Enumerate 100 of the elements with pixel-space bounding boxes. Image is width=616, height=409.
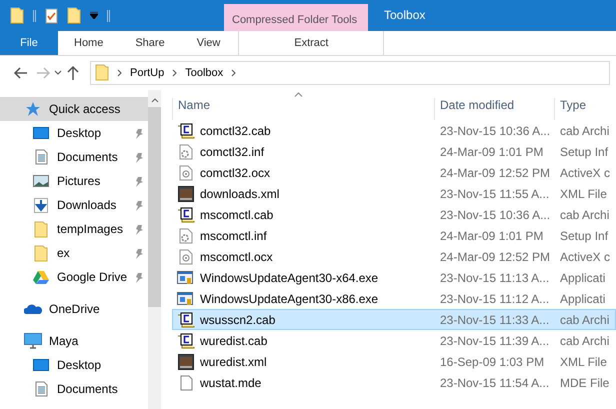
folder-icon[interactable] (67, 7, 81, 24)
document-icon (34, 149, 48, 165)
type-cell-text: cab Archi (559, 208, 610, 222)
file-row[interactable]: mscomctl.inf 24-Mar-09 1:01 PM Setup Inf (172, 225, 616, 246)
nav-item[interactable]: Quick access (0, 97, 148, 121)
context-tab-header: Compressed Folder Tools (224, 4, 368, 31)
breadcrumb-item[interactable]: Toolbox (185, 66, 224, 78)
star-icon (25, 101, 41, 117)
folder-icon (34, 244, 48, 262)
gear-file-icon (179, 164, 193, 180)
address-bar[interactable]: PortUp Toolbox (90, 60, 610, 84)
file-row[interactable]: WindowsUpdateAgent30-x64.exe 23-Nov-15 11:13 A... Applicati (172, 267, 616, 288)
dropdown-chevron-icon[interactable] (54, 70, 62, 75)
file-name: comctl32.inf (200, 144, 264, 158)
chevron-icon[interactable] (172, 68, 178, 76)
computer-icon (24, 333, 42, 349)
type-cell-text: cab Archi (559, 124, 610, 138)
date-cell-text: 24-Mar-09 1:01 PM (439, 144, 544, 158)
file-row[interactable]: comctl32.ocx 24-Mar-09 12:52 PM ActiveX c (172, 162, 616, 183)
folder-icon (95, 64, 109, 81)
file-row[interactable]: WindowsUpdateAgent30-x86.exe 23-Nov-15 11:12 A... Applicati (172, 288, 616, 309)
cloud-icon (24, 303, 42, 315)
type-cell-text: Applicati (559, 292, 606, 306)
type-cell-text: Applicati (559, 270, 606, 284)
ribbon-tab[interactable]: Extract (238, 31, 384, 55)
file-name: mscomctl.ocx (200, 250, 273, 264)
file-row[interactable]: wuredist.xml 16-Sep-09 1:03 PM XML File (172, 351, 616, 372)
gear-file-icon (179, 248, 193, 264)
sort-caret-icon (294, 92, 303, 97)
scrollbar-thumb[interactable] (148, 107, 162, 307)
date-cell-text: 24-Mar-09 12:52 PM (439, 250, 552, 264)
file-row[interactable]: wuredist.cab 23-Nov-15 11:39 A... cab Archi (172, 330, 616, 351)
type-cell-text: MDE File (559, 376, 610, 390)
file-name: mscomctl.cab (200, 208, 274, 222)
column-header[interactable]: Name (172, 98, 434, 120)
ribbon-tab[interactable]: View (180, 31, 236, 55)
file-row[interactable]: downloads.xml 23-Nov-15 11:55 A... XML File (172, 183, 616, 204)
installer-icon (177, 270, 195, 286)
nav-item[interactable]: Documents (0, 145, 148, 169)
ribbon-tab[interactable]: Home (58, 31, 120, 55)
nav-item[interactable]: Documents (0, 377, 148, 401)
folder-icon (34, 220, 48, 238)
breadcrumb-item[interactable]: PortUp (130, 66, 164, 78)
date-cell-text: 23-Nov-15 11:39 A... (439, 334, 550, 348)
picture-icon (33, 174, 49, 188)
nav-item[interactable]: Maya (0, 329, 148, 353)
date-cell-text: 23-Nov-15 11:33 A... (439, 312, 550, 326)
file-name: wsusscn2.cab (200, 312, 276, 326)
nav-item[interactable]: OneDrive (0, 297, 148, 321)
file-row[interactable]: wustat.mde 23-Nov-15 11:54 A... MDE File (172, 372, 616, 393)
file-name: comctl32.ocx (200, 166, 270, 180)
file-row[interactable]: mscomctl.cab 23-Nov-15 10:36 A... cab Archi (172, 204, 616, 225)
type-cell-text: XML File (559, 354, 608, 368)
chevron-icon[interactable] (117, 68, 122, 76)
nav-item[interactable]: Desktop (0, 121, 148, 145)
nav-item[interactable]: Pictures (0, 169, 148, 193)
archive-file-icon (177, 122, 195, 138)
chevron-icon[interactable] (231, 68, 236, 76)
date-cell-text: 23-Nov-15 11:54 A... (439, 376, 550, 390)
gear-file-icon (179, 144, 193, 160)
file-row[interactable]: comctl32.inf 24-Mar-09 1:01 PM Setup Inf (172, 141, 616, 162)
date-cell-text: 24-Mar-09 1:01 PM (439, 228, 544, 242)
nav-item[interactable]: Downloads (0, 193, 148, 217)
file-name: wustat.mde (200, 376, 262, 390)
ribbon-tab[interactable]: File (0, 31, 58, 55)
date-cell-text: 23-Nov-15 11:13 A... (439, 270, 550, 284)
type-cell-text: Setup Inf (559, 228, 610, 242)
ribbon-tab[interactable]: Share (119, 31, 181, 55)
file-row[interactable]: mscomctl.ocx 24-Mar-09 12:52 PM ActiveX c (172, 246, 616, 267)
editor-file-icon (178, 186, 194, 202)
download-icon (34, 198, 48, 212)
nav-item[interactable]: tempImages (0, 217, 148, 241)
date-cell-text: 23-Nov-15 11:12 A... (439, 292, 550, 306)
checklist-icon[interactable] (45, 8, 58, 24)
document-icon (34, 381, 48, 397)
gear-file-icon (179, 228, 193, 244)
file-row[interactable]: wsusscn2.cab 23-Nov-15 11:33 A... cab Archi (172, 309, 616, 330)
date-cell-text: 23-Nov-15 10:36 A... (439, 208, 552, 222)
file-name: WindowsUpdateAgent30-x64.exe (200, 270, 378, 284)
file-name: mscomctl.inf (200, 228, 267, 242)
column-header[interactable]: Type (554, 98, 616, 120)
file-name: WindowsUpdateAgent30-x86.exe (200, 292, 378, 306)
type-cell-text: cab Archi (559, 334, 610, 348)
nav-item[interactable]: ex (0, 241, 148, 265)
file-name: comctl32.cab (200, 124, 271, 138)
window-title: Toolbox (383, 7, 426, 24)
archive-file-icon (177, 312, 195, 328)
desktop-icon (33, 126, 49, 140)
nav-item[interactable]: Desktop (0, 353, 148, 377)
nav-item[interactable]: Google Drive (0, 265, 148, 289)
type-cell-text: ActiveX c (559, 166, 612, 180)
scrollbar[interactable] (148, 90, 162, 409)
dropdown-caret-icon[interactable] (90, 12, 98, 19)
type-cell-text: ActiveX c (559, 250, 612, 264)
file-row[interactable]: comctl32.cab 23-Nov-15 10:36 A... cab Archi (172, 120, 616, 141)
folder-icon[interactable] (10, 7, 24, 24)
date-cell-text: 23-Nov-15 11:55 A... (439, 186, 550, 200)
file-name: wuredist.cab (200, 334, 268, 348)
column-header[interactable]: Date modified (434, 98, 554, 120)
editor-file-icon (178, 354, 194, 370)
